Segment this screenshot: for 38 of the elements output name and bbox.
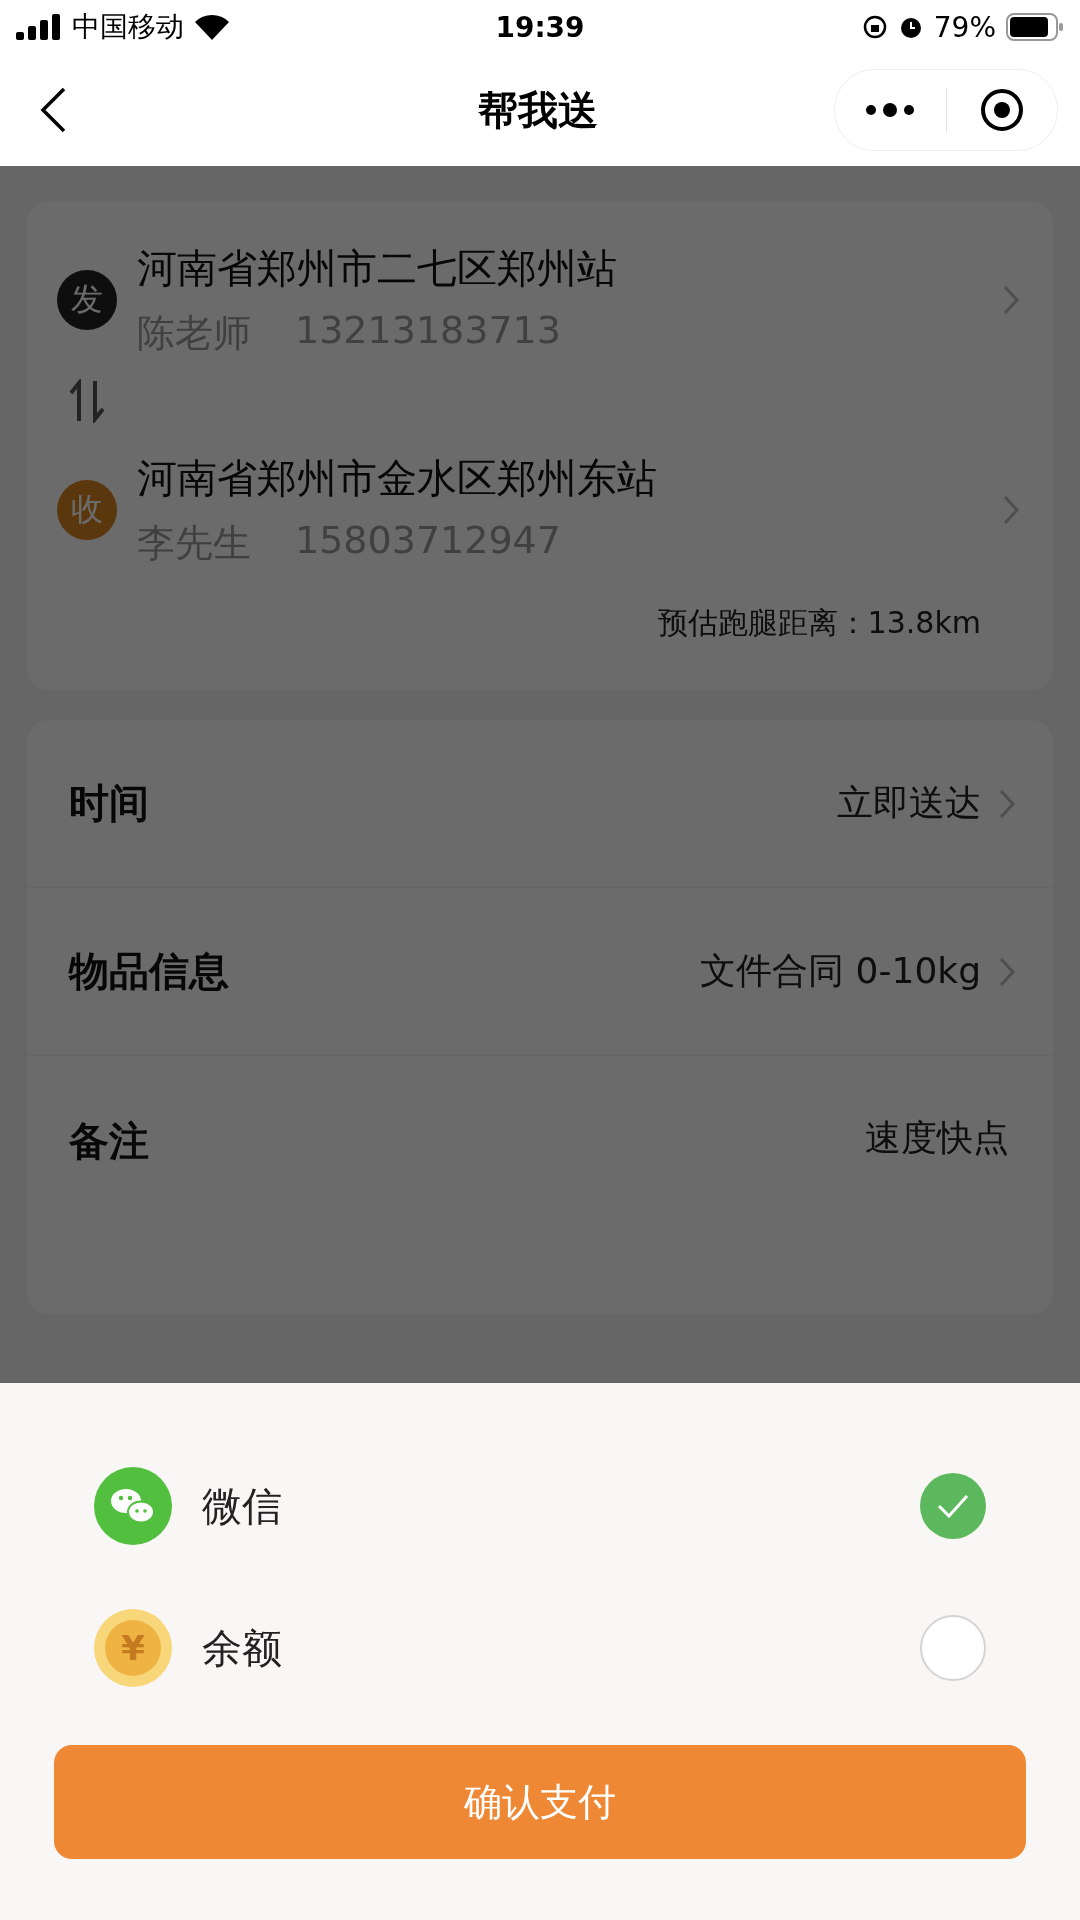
close-icon[interactable] [978, 87, 1025, 133]
detail-row[interactable]: 物品信息 文件合同 0-10kg [27, 888, 1053, 1056]
detail-value: 速度快点 [865, 1116, 1009, 1160]
payment-option[interactable]: ¥ 余额 [54, 1577, 1026, 1719]
stop-badge: 发 [57, 270, 117, 330]
stop-badge: 收 [57, 480, 117, 540]
swap-icon[interactable] [67, 379, 107, 423]
confirm-pay-button[interactable]: 确认支付 [54, 1745, 1026, 1859]
detail-row[interactable]: 时间 立即送达 [27, 720, 1053, 888]
address-text: 河南省郑州市二七区郑州站 [137, 244, 618, 293]
check-icon [937, 1494, 969, 1518]
chat-bubbles-icon [94, 1467, 172, 1545]
carrier-name: 中国移动 [72, 9, 184, 45]
distance-estimate: 预估跑腿距离：13.8km [657, 605, 981, 640]
detail-value: 文件合同 0-10kg [700, 949, 981, 993]
chevron-right-icon [999, 788, 1015, 819]
chevron-right-icon [999, 956, 1015, 987]
more-icon[interactable] [865, 102, 916, 118]
chevron-right-icon [1003, 495, 1019, 525]
battery-icon [1006, 13, 1064, 41]
signal-icon [16, 14, 62, 40]
payment-label: 余额 [202, 1623, 282, 1673]
battery-percent: 79% [933, 10, 996, 44]
chevron-right-icon [1003, 285, 1019, 315]
detail-value: 立即送达 [837, 781, 981, 825]
wifi-icon [194, 13, 230, 41]
address-text: 河南省郑州市金水区郑州东站 [137, 454, 658, 503]
page-title: 帮我送 [476, 85, 599, 135]
payment-option[interactable]: 微信 [54, 1435, 1026, 1577]
coin-icon: ¥ [94, 1609, 172, 1687]
rotation-lock-icon [861, 14, 888, 40]
clock-time: 19:39 [495, 10, 585, 44]
detail-label: 物品信息 [69, 947, 229, 996]
detail-row[interactable]: 备注 速度快点 [27, 1056, 1053, 1314]
back-icon[interactable] [40, 87, 66, 133]
detail-label: 时间 [69, 779, 149, 828]
detail-label: 备注 [69, 1117, 149, 1166]
payment-label: 微信 [202, 1481, 282, 1531]
